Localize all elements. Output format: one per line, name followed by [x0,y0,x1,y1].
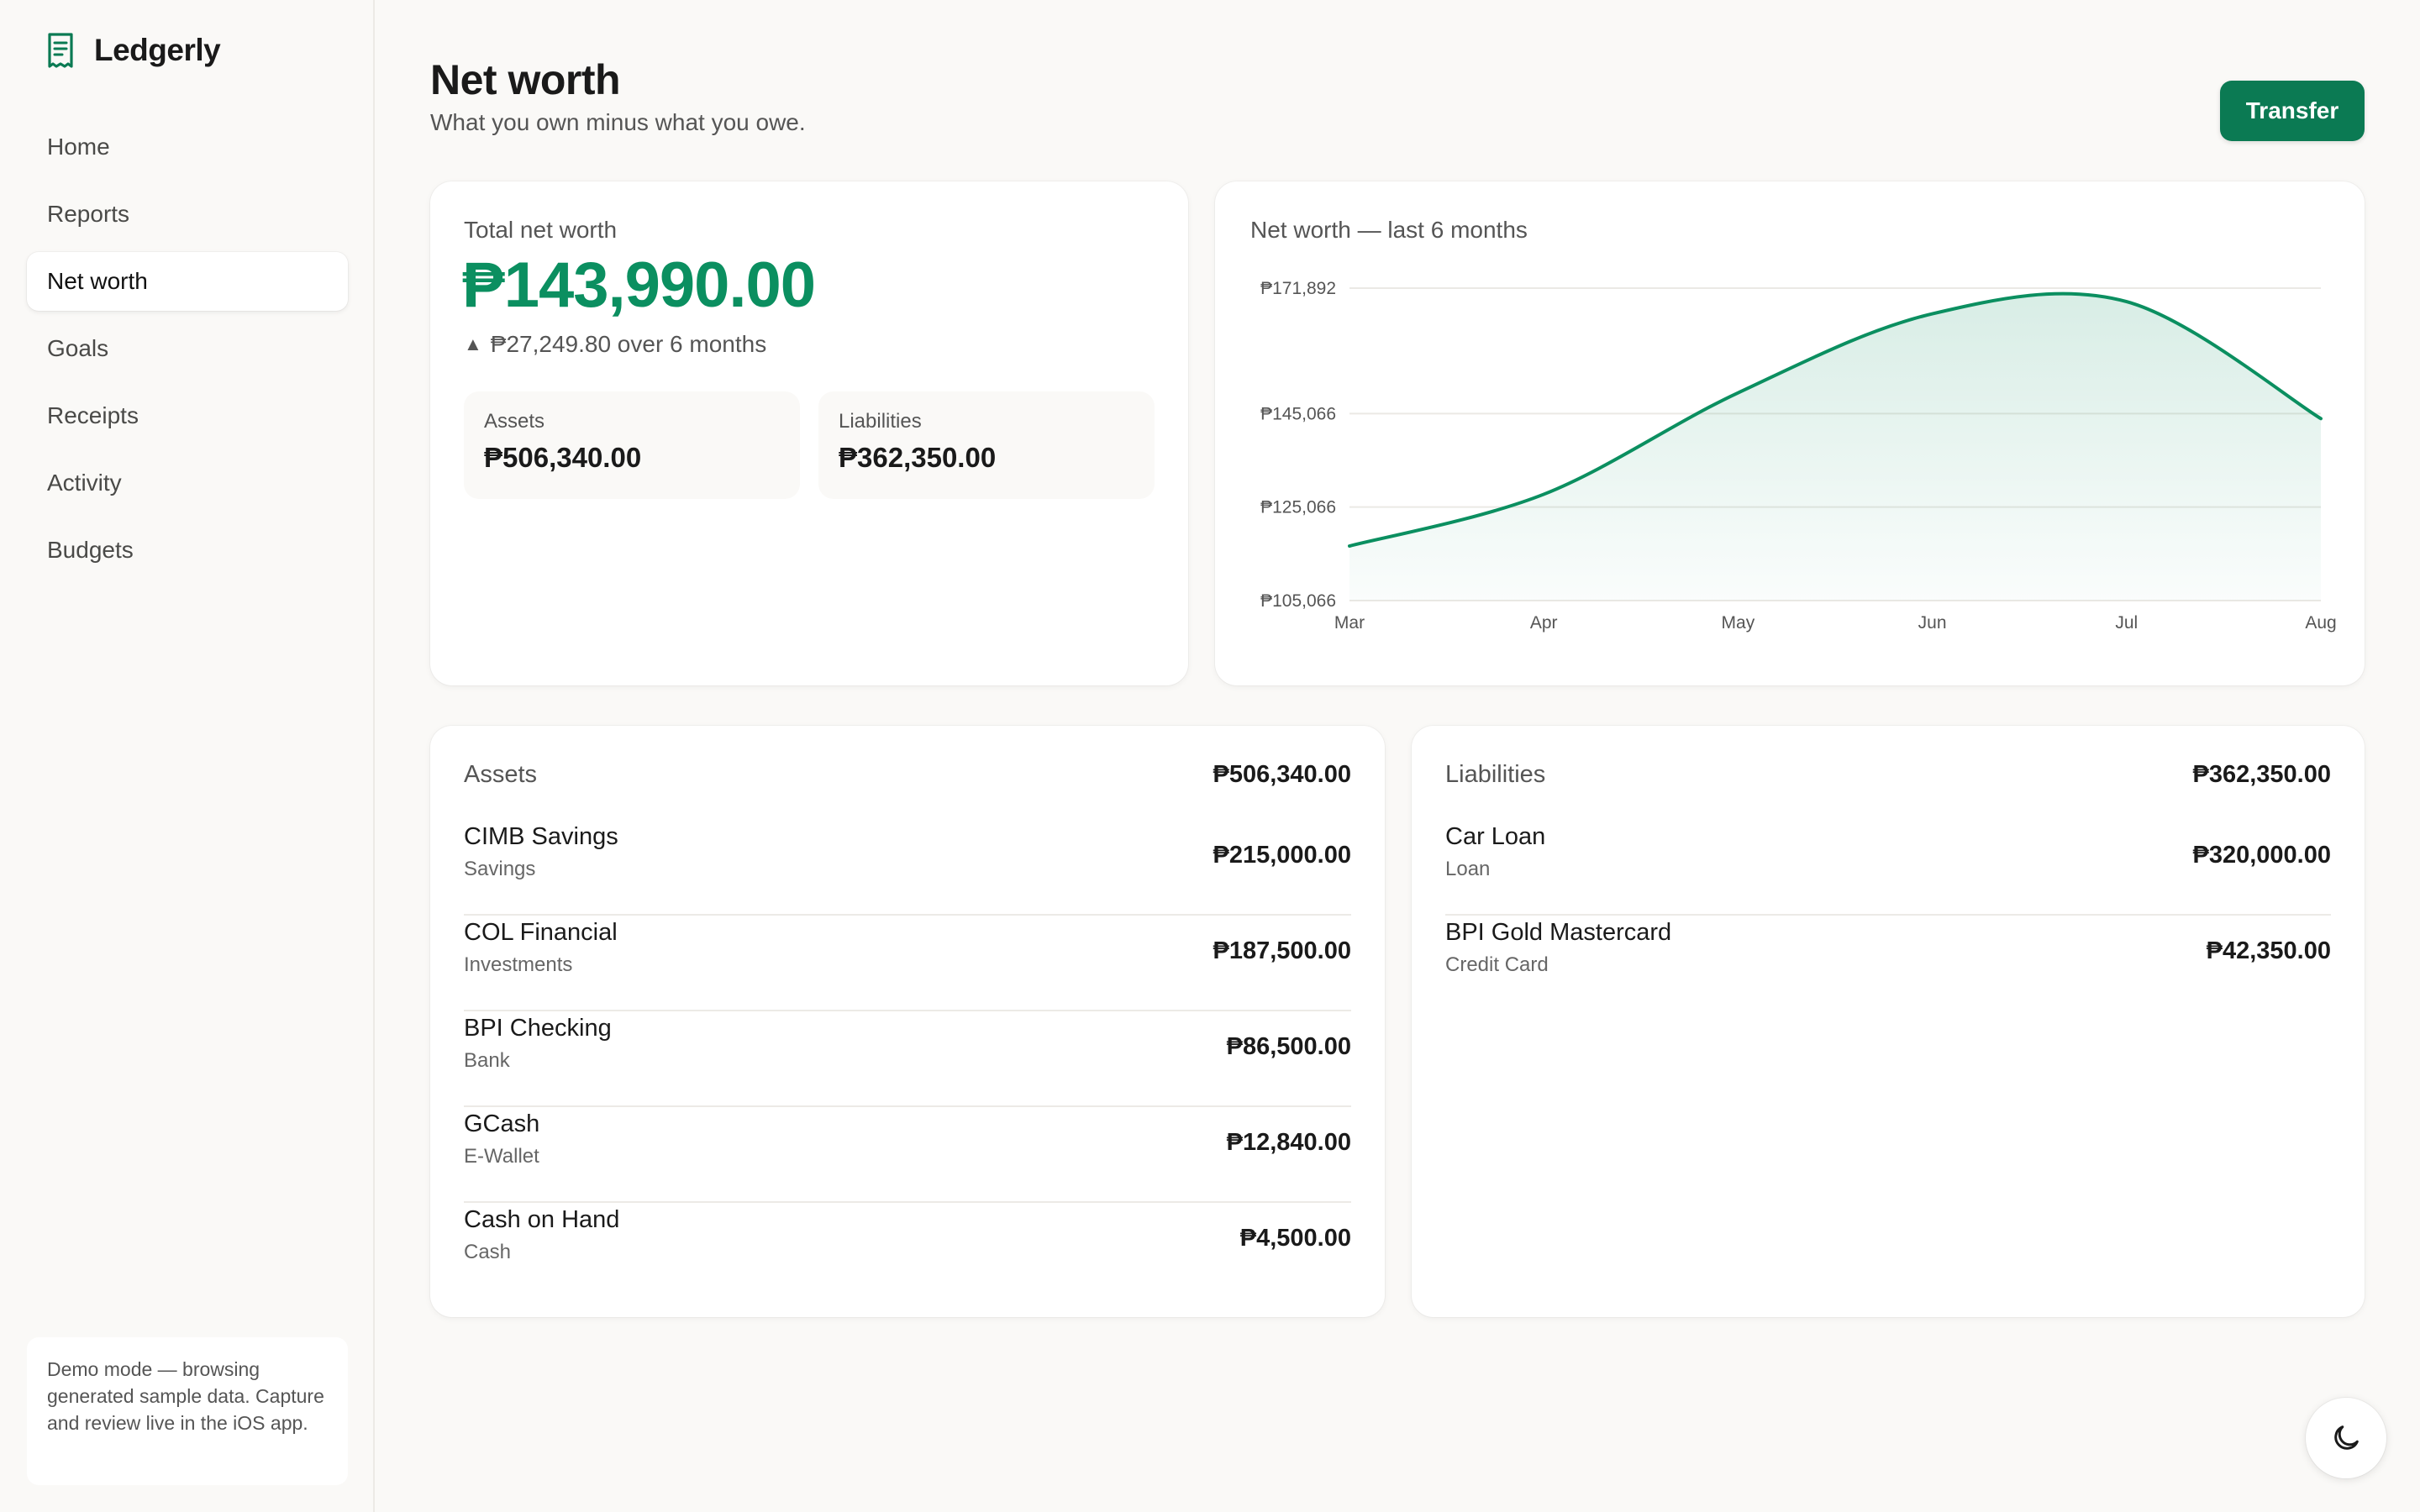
assets-summary-value: ₱506,340.00 [484,442,642,473]
net-worth-change-text: ₱27,249.80 over 6 months [490,331,767,357]
sidebar-item-home[interactable]: Home [27,118,348,176]
asset-name: CIMB Savings [464,823,618,850]
sidebar-nav: Home Reports Net worth Goals Receipts Ac… [27,118,348,588]
total-net-worth-value: ₱143,990.00 [462,249,816,321]
liabilities-summary-value: ₱362,350.00 [839,442,997,473]
asset-name: Cash on Hand [464,1206,620,1233]
demo-mode-notice: Demo mode — browsing generated sample da… [27,1337,348,1485]
asset-row[interactable]: COL Financial Investments ₱187,500.00 [464,916,1351,1011]
chart-x-tick-label: May [1722,613,1755,633]
assets-list: CIMB Savings Savings ₱215,000.00 COL Fina… [464,820,1351,1299]
liabilities-summary-label: Liabilities [839,410,922,433]
asset-type: Savings [464,858,536,880]
total-net-worth-label: Total net worth [464,217,618,243]
theme-toggle-button[interactable] [2306,1398,2386,1478]
sidebar-item-activity[interactable]: Activity [27,454,348,512]
asset-name: BPI Checking [464,1015,612,1042]
asset-name: COL Financial [464,919,618,946]
asset-name: GCash [464,1110,540,1137]
receipt-icon [48,33,73,68]
asset-row[interactable]: BPI Checking Bank ₱86,500.00 [464,1011,1351,1107]
asset-amount: ₱86,500.00 [1226,1033,1351,1060]
asset-row[interactable]: CIMB Savings Savings ₱215,000.00 [464,820,1351,916]
asset-amount: ₱4,500.00 [1239,1225,1351,1252]
asset-type: Investments [464,953,573,976]
liabilities-header: Liabilities ₱362,350.00 [1445,761,2331,789]
page-title: Net worth [430,56,621,103]
assets-summary-label: Assets [484,410,545,433]
assets-heading: Assets [464,761,538,788]
liability-row[interactable]: Car Loan Loan ₱320,000.00 [1445,820,2331,916]
triangle-up-icon: ▲ [464,333,482,354]
asset-amount: ₱215,000.00 [1213,842,1351,869]
liabilities-card: Liabilities ₱362,350.00 Car Loan Loan ₱32… [1412,726,2365,1317]
asset-row[interactable]: GCash E-Wallet ₱12,840.00 [464,1107,1351,1203]
app-name: Ledgerly [94,33,221,67]
sidebar-item-goals[interactable]: Goals [27,319,348,378]
assets-summary: Assets ₱506,340.00 [464,391,800,499]
liability-name: Car Loan [1445,823,1546,850]
chart-y-tick-label: ₱171,892 [1260,279,1336,298]
liabilities-summary: Liabilities ₱362,350.00 [818,391,1155,499]
chart-y-tick-label: ₱125,066 [1260,498,1336,517]
net-worth-summary-card: Total net worth ₱143,990.00 ▲ ₱27,249.80… [430,181,1188,685]
chart-x-tick-label: Mar [1334,613,1365,633]
page-subtitle: What you own minus what you owe. [430,109,806,135]
assets-header: Assets ₱506,340.00 [464,761,1351,789]
liability-amount: ₱320,000.00 [2192,842,2331,869]
sidebar-item-net-worth[interactable]: Net worth [27,252,348,311]
chart-y-tick-label: ₱145,066 [1260,404,1336,423]
asset-amount: ₱187,500.00 [1213,937,1351,964]
liabilities-list: Car Loan Loan ₱320,000.00 BPI Gold Master… [1445,820,2331,1011]
chart-y-tick-label: ₱105,066 [1260,591,1336,611]
chart-x-tick-label: Aug [2305,613,2336,633]
chart-x-tick-label: Jul [2115,613,2138,633]
net-worth-chart: ₱171,892 ₱145,066 ₱125,066 ₱105,066Mar Apr Ma… [1260,279,2337,633]
assets-total: ₱506,340.00 [1213,761,1351,788]
sidebar-item-budgets[interactable]: Budgets [27,521,348,580]
liability-name: BPI Gold Mastercard [1445,919,1672,946]
asset-type: Bank [464,1049,510,1072]
asset-type: Cash [464,1241,512,1263]
assets-card: Assets ₱506,340.00 CIMB Savings Savings ₱… [430,726,1385,1317]
asset-amount: ₱12,840.00 [1226,1129,1351,1156]
sidebar: Ledgerly Home Reports Net worth Goals Re… [0,0,375,1512]
asset-row[interactable]: Cash on Hand Cash ₱4,500.00 [464,1203,1351,1299]
transfer-button[interactable]: Transfer [2220,81,2365,141]
net-worth-change: ▲ ₱27,249.80 over 6 months [464,331,766,358]
net-worth-chart-card: Net worth — last 6 months ₱171,892 ₱145,0… [1215,181,2365,685]
sidebar-item-reports[interactable]: Reports [27,185,348,244]
moon-icon [2334,1425,2359,1450]
asset-type: E-Wallet [464,1145,539,1168]
liability-amount: ₱42,350.00 [2206,937,2331,964]
sidebar-item-receipts[interactable]: Receipts [27,386,348,445]
chart-x-tick-label: Jun [1918,613,1947,633]
liabilities-heading: Liabilities [1445,761,1546,788]
liabilities-total: ₱362,350.00 [2192,761,2331,788]
liability-type: Loan [1445,858,1491,880]
chart-area-fill [1349,293,2321,601]
brand[interactable]: Ledgerly [45,32,221,69]
chart-x-tick-label: Apr [1530,613,1558,633]
liability-type: Credit Card [1445,953,1549,976]
liability-row[interactable]: BPI Gold Mastercard Credit Card ₱42,350.0… [1445,916,2331,1011]
